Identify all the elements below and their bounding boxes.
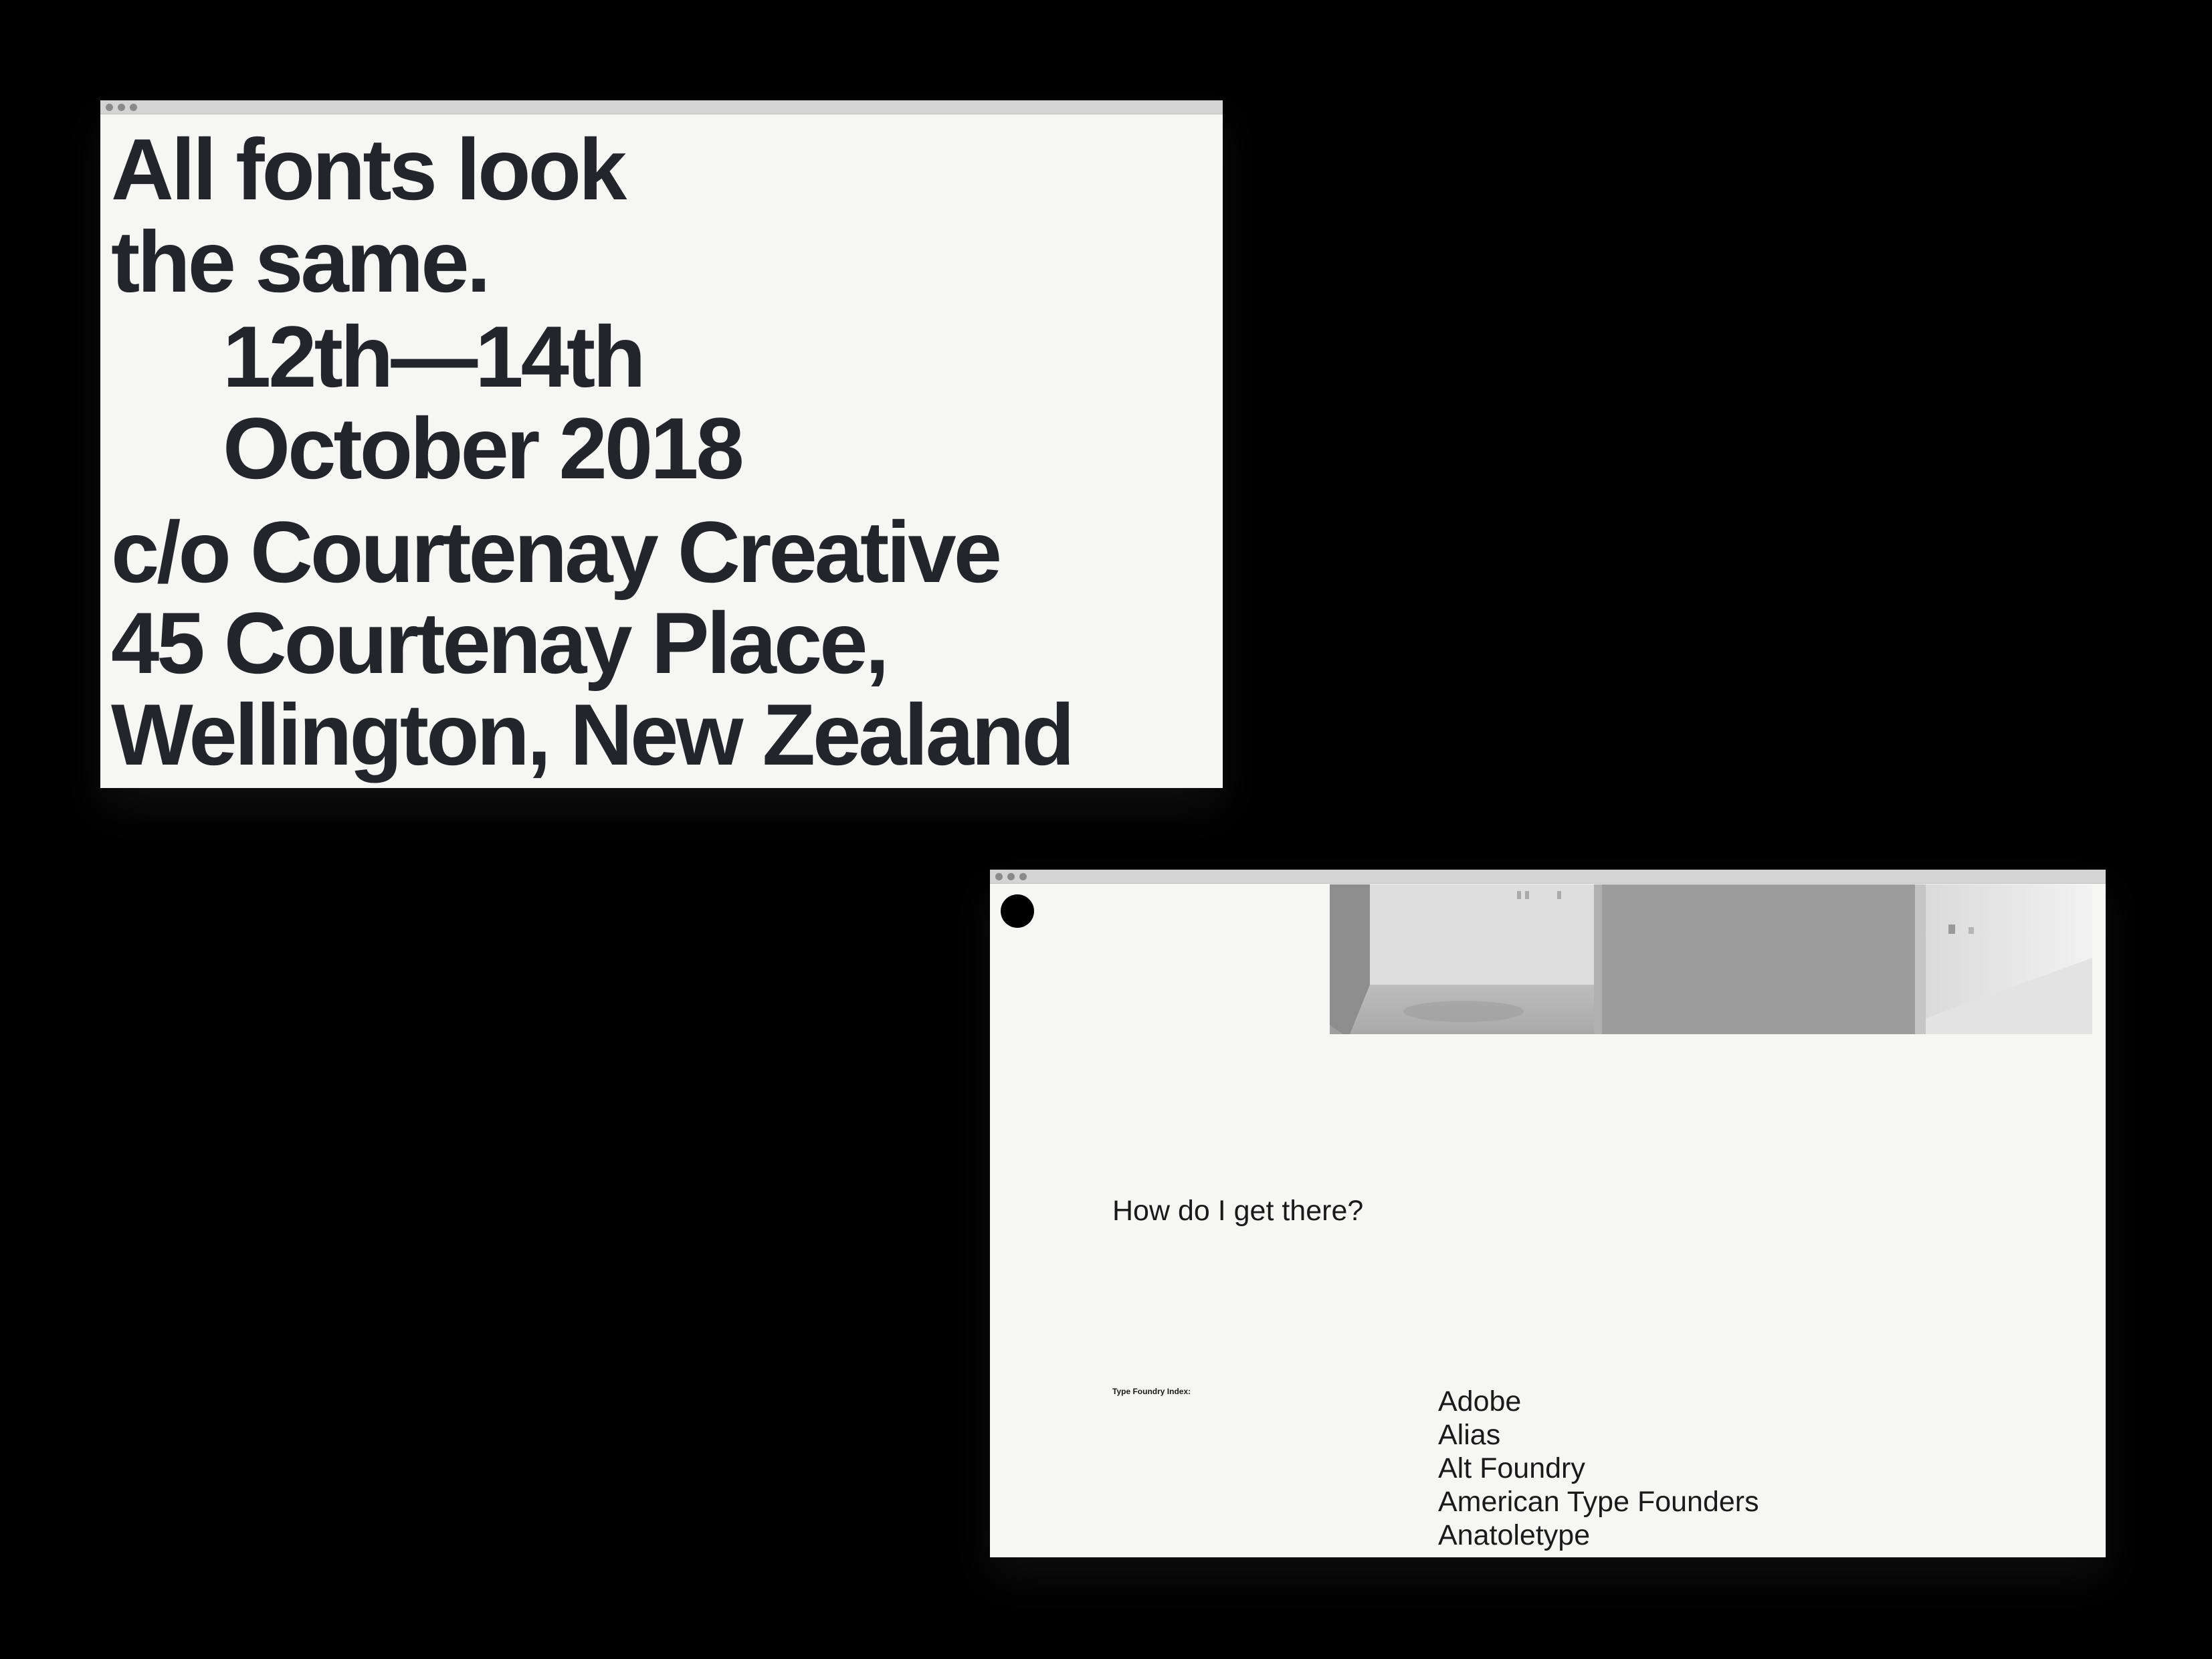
event-date-line-2: October 2018 xyxy=(223,399,744,497)
venue-line-1: c/o Courtenay Creative xyxy=(111,503,1002,601)
close-dot-icon[interactable] xyxy=(995,873,1003,880)
type-foundry-index-label: Type Foundry Index: xyxy=(1112,1387,1191,1396)
logo-circle-icon[interactable] xyxy=(1001,894,1034,928)
window-titlebar xyxy=(990,870,2106,884)
foundry-list-item[interactable]: Anatoletype xyxy=(1438,1519,1759,1552)
venue-line-2: 45 Courtenay Place, xyxy=(111,594,890,692)
venue-photo xyxy=(1330,884,2092,1034)
maximize-dot-icon[interactable] xyxy=(1019,873,1027,880)
minimize-dot-icon[interactable] xyxy=(118,104,125,111)
window-titlebar xyxy=(100,100,1223,114)
maximize-dot-icon[interactable] xyxy=(130,104,137,111)
info-page-window: How do I get there? Type Foundry Index: … xyxy=(990,870,2106,1557)
minimize-dot-icon[interactable] xyxy=(1007,873,1015,880)
headline-line-2: the same. xyxy=(111,213,491,310)
foundry-list-item[interactable]: Alias xyxy=(1438,1418,1759,1452)
directions-link[interactable]: How do I get there? xyxy=(1112,1195,1363,1228)
close-dot-icon[interactable] xyxy=(106,104,113,111)
foundry-list-item[interactable]: American Type Founders xyxy=(1438,1485,1759,1519)
event-landing-window: All fonts look the same. 12th—14th Octob… xyxy=(100,100,1223,788)
foundry-list: Adobe Alias Alt Foundry American Type Fo… xyxy=(1438,1385,1759,1552)
venue-line-3: Wellington, New Zealand xyxy=(111,686,1075,783)
headline-line-1: All fonts look xyxy=(111,120,627,218)
event-date-line-1: 12th—14th xyxy=(223,308,646,405)
foundry-list-item[interactable]: Alt Foundry xyxy=(1438,1452,1759,1485)
foundry-list-item[interactable]: Adobe xyxy=(1438,1385,1759,1418)
